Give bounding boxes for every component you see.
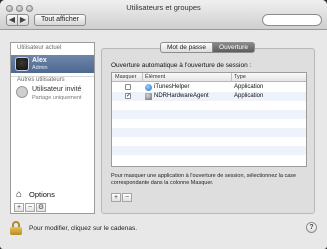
home-icon: ⌂ xyxy=(16,189,23,200)
login-items-title: Ouverture automatique à l'ouverture de s… xyxy=(111,62,252,69)
users-sidebar: Utilisateur actuel Alex Admin Autres uti… xyxy=(10,42,95,214)
lock-icon[interactable] xyxy=(10,221,22,235)
item-name: NDRHardwareAgent xyxy=(154,93,209,99)
empty-row xyxy=(112,146,306,155)
hide-checkbox[interactable]: ✓ xyxy=(125,93,131,99)
empty-row xyxy=(112,110,306,119)
remove-user-button[interactable]: − xyxy=(25,203,35,212)
forward-button[interactable]: ▶ xyxy=(17,14,29,26)
add-login-item-button[interactable]: + xyxy=(111,193,121,202)
app-icon xyxy=(145,93,152,100)
preferences-window: Utilisateurs et groupes ◀ ▶ Tout affiche… xyxy=(0,0,327,249)
hide-checkbox[interactable] xyxy=(125,84,131,90)
login-items-pane: Ouverture automatique à l'ouverture de s… xyxy=(101,48,315,214)
add-user-button[interactable]: + xyxy=(14,203,24,212)
login-items-hint: Pour masquer une application à l'ouvertu… xyxy=(111,173,297,186)
title-bar: Utilisateurs et groupes ◀ ▶ Tout affiche… xyxy=(0,0,327,30)
table-row[interactable]: ✓ NDRHardwareAgent Application xyxy=(112,92,306,101)
tab-bar: Mot de passe Ouverture xyxy=(160,42,255,53)
guest-user-name[interactable]: Utilisateur invité xyxy=(32,86,81,93)
item-name: iTunesHelper xyxy=(154,84,190,90)
user-role: Admin xyxy=(32,65,48,71)
empty-row xyxy=(112,128,306,137)
table-row[interactable]: iTunesHelper Application xyxy=(112,83,306,92)
window-title: Utilisateurs et groupes xyxy=(126,3,201,12)
help-button[interactable]: ? xyxy=(306,222,317,233)
sidebar-footer: ⌂ Options + − ⚙ xyxy=(11,189,94,213)
login-items-toolbar: + − xyxy=(111,193,132,202)
current-user-header: Utilisateur actuel xyxy=(17,45,62,51)
column-divider xyxy=(231,73,232,82)
column-divider xyxy=(142,73,143,82)
sidebar-toolbar: + − ⚙ xyxy=(14,203,46,212)
other-users-header: Autres utilisateurs xyxy=(17,77,65,83)
item-type: Application xyxy=(234,93,264,99)
options-label: Options xyxy=(29,190,55,199)
show-all-button[interactable]: Tout afficher xyxy=(34,14,86,26)
table-header: Masquer Élément Type xyxy=(112,73,306,82)
gear-icon[interactable]: ⚙ xyxy=(36,203,46,212)
lock-instruction: Pour modifier, cliquez sur le cadenas. xyxy=(29,225,138,232)
column-type[interactable]: Type xyxy=(234,74,246,80)
itunes-icon xyxy=(145,84,152,91)
column-hide[interactable]: Masquer xyxy=(115,74,136,80)
guest-user-icon xyxy=(16,86,28,98)
user-item-current[interactable]: Alex Admin xyxy=(11,55,94,73)
column-item[interactable]: Élément xyxy=(145,74,165,80)
tab-login-items[interactable]: Ouverture xyxy=(213,42,255,53)
item-type: Application xyxy=(234,84,264,90)
login-items-table: Masquer Élément Type iTunesHelper Applic… xyxy=(111,72,307,167)
user-name: Alex xyxy=(32,57,47,64)
search-field[interactable] xyxy=(262,14,322,26)
tab-password[interactable]: Mot de passe xyxy=(160,42,214,53)
avatar xyxy=(15,57,29,71)
remove-login-item-button[interactable]: − xyxy=(122,193,132,202)
guest-user-subtitle: Partage uniquement xyxy=(32,95,82,101)
